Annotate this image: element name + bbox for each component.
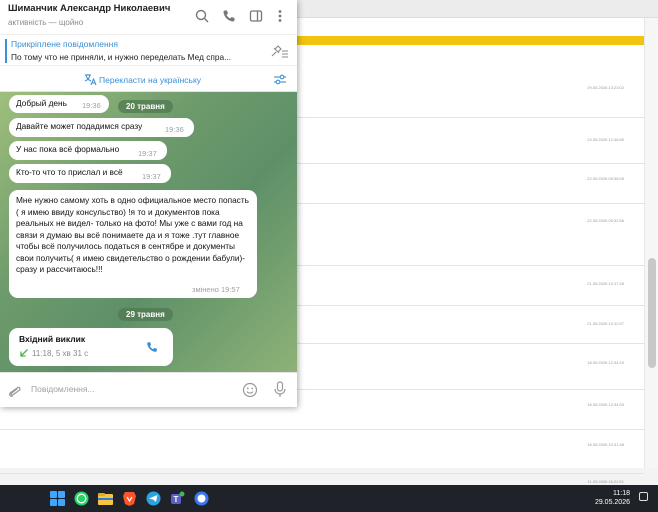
row-date: 21.05.2026 19:12:07 [587,321,624,326]
clock-date: 29.05.2026 [594,499,630,506]
whatsapp-icon[interactable] [73,490,90,507]
chat-status: активність — щойно [8,18,84,27]
pinned-title: Прикріплене повідомлення [11,39,118,49]
call-title: Вхідний виклик [19,334,86,344]
scrollbar[interactable] [644,18,658,468]
system-clock[interactable]: 11:18 29.05.2026 [595,489,630,507]
message-text: Кто-то что то прислал и всё [16,167,123,177]
more-options-icon[interactable] [272,8,288,24]
message-bubble[interactable]: Давайте может подадимся сразу 19:36 [9,118,194,137]
row-date: 24.05.2026 12:46:59 [587,137,624,142]
row-date: 21.05.2026 19:17:28 [587,281,624,286]
attach-icon[interactable] [7,383,21,404]
pinned-text: По тому что не приняли, и нужно передела… [11,52,232,62]
message-time: 19:36 [82,101,101,110]
sidebar-toggle-icon[interactable] [248,8,264,24]
row-date: 18.05.2026 12:34:03 [587,402,624,407]
phone-icon[interactable] [221,8,237,24]
translate-settings-icon[interactable] [273,73,287,86]
message-bubble[interactable]: У нас пока всё формально 19:37 [9,141,167,160]
row-date: 18.05.2026 10:31:48 [587,442,624,447]
scrollbar-thumb[interactable] [648,258,656,368]
background-row[interactable]: 18.05.2026 10:31:48 [0,430,644,474]
row-date: 11.05.2026 16:22:51 [587,479,624,484]
svg-text:T: T [174,495,179,504]
teams-icon[interactable]: T [169,490,186,507]
brave-browser-icon[interactable] [121,490,138,507]
row-date: 18.05.2026 12:34:19 [587,360,624,365]
message-time: 19:36 [165,125,184,134]
message-bubble[interactable]: Добрый день 19:36 [9,95,109,113]
chat-area[interactable]: Добрый день 19:36 20 травня Давайте може… [0,92,297,372]
row-date: 22.05.2026 09:32:56 [587,218,624,223]
message-bubble[interactable]: Мне нужно самому хоть в одно официальное… [9,190,257,298]
telegram-window: Шиманчик Александр Николаевич активність… [0,0,297,407]
message-text: Добрый день [16,98,67,108]
translate-label: Перекласти на українську [99,75,202,85]
message-time: змінено 19:57 [192,285,240,294]
message-time: 19:37 [138,149,157,158]
microphone-icon[interactable] [273,381,287,403]
file-explorer-icon[interactable] [97,490,114,507]
message-input[interactable]: Повідомлення... [31,384,95,394]
notification-icon[interactable] [639,492,648,501]
call-bubble[interactable]: Вхідний виклик 11:18, 5 хв 31 с [9,328,173,366]
pin-list-icon[interactable] [269,45,289,59]
message-composer: Повідомлення... [0,372,297,407]
date-separator: 29 травня [118,308,173,321]
pinned-accent-bar [5,39,7,63]
chat-header: Шиманчик Александр Николаевич активність… [0,0,297,34]
start-button[interactable] [49,490,66,507]
call-back-phone-icon[interactable] [145,340,159,358]
telegram-icon[interactable] [145,490,162,507]
emoji-icon[interactable] [242,382,258,403]
row-date: 22.05.2026 09:36:05 [587,176,624,181]
highlight-bar [296,36,644,45]
chat-name[interactable]: Шиманчик Александр Николаевич [8,3,170,14]
translate-bar[interactable]: Перекласти на українську [0,67,297,92]
incoming-call-arrow-icon [19,348,29,362]
search-icon[interactable] [194,8,210,24]
message-text: У нас пока всё формально [16,144,120,154]
signal-icon[interactable] [193,490,210,507]
message-text: Давайте может подадимся сразу [16,121,143,131]
row-date: 29.05.2026 13:23:02 [587,85,624,90]
pinned-message[interactable]: Прикріплене повідомлення По тому что не … [0,34,297,66]
call-info: 11:18, 5 хв 31 с [32,349,89,358]
message-text: Мне нужно самому хоть в одно официальное… [16,195,249,274]
message-time: 19:37 [142,172,161,181]
message-bubble[interactable]: Кто-то что то прислал и всё 19:37 [9,164,171,183]
clock-time: 11:18 [613,490,630,497]
date-separator: 20 травня [118,100,173,113]
translate-icon [84,73,97,86]
